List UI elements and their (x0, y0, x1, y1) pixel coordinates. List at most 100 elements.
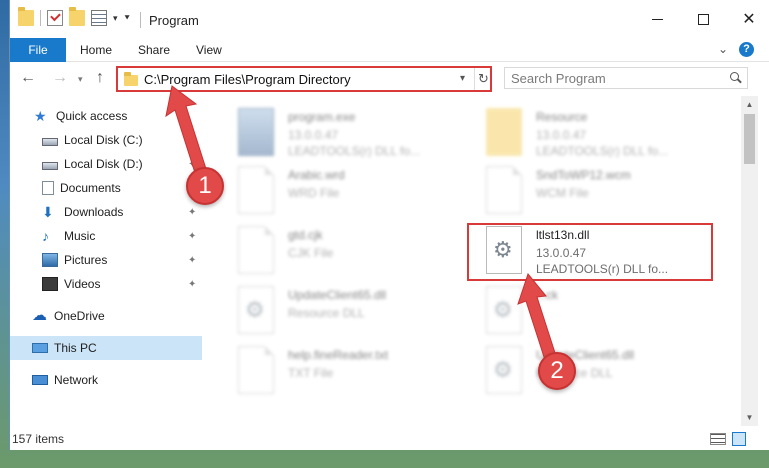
cloud-icon: ☁ (32, 307, 47, 324)
dll-gear-icon (486, 286, 522, 334)
refresh-button[interactable]: ↻ (474, 68, 492, 90)
navigation-pane: ★ Quick access Local Disk (C:) ✦ Local D… (10, 96, 202, 426)
file-detail: 13.0.0.47 (536, 128, 587, 142)
file-item[interactable]: Arabic.wrd WRD File (232, 164, 472, 222)
pin-icon: ✦ (188, 206, 197, 218)
file-detail: LEADTOOLS(r) DLL fo... (288, 144, 421, 158)
folder-icon (486, 108, 522, 156)
file-item[interactable]: gtd.cjk CJK File (232, 224, 472, 282)
step-badge-2: 2 (538, 352, 576, 390)
ribbon-tabs: File Home Share View ⌄ ? (10, 38, 769, 62)
chevron-down-icon[interactable]: ▾ (113, 13, 118, 24)
sidebar-item-onedrive[interactable]: ☁ OneDrive (10, 304, 202, 328)
file-detail: CJK File (288, 246, 334, 260)
details-view-icon[interactable] (710, 433, 726, 445)
search-placeholder: Search Program (511, 71, 606, 86)
status-bar: 157 items (10, 426, 769, 450)
sidebar-item-documents[interactable]: Documents ✦ (10, 176, 202, 200)
network-icon (32, 375, 48, 385)
file-name: Arabic.wrd (288, 168, 345, 182)
address-path[interactable]: C:\Program Files\Program Directory (144, 72, 351, 87)
file-item[interactable]: UpdateClient65.dll Resource DLL (232, 284, 472, 342)
vertical-scrollbar[interactable]: ▲ ▼ (741, 96, 758, 426)
recent-locations-chevron-icon[interactable]: ▾ (78, 74, 83, 85)
drive-icon (42, 161, 58, 170)
view-properties-icon[interactable] (91, 10, 107, 26)
maximize-button[interactable] (680, 0, 726, 38)
tab-home[interactable]: Home (80, 38, 112, 62)
address-history-chevron-icon[interactable]: ▾ (460, 73, 465, 84)
customize-toolbar-icon[interactable]: ⯆ (124, 13, 131, 24)
sidebar-item-local-disk-c[interactable]: Local Disk (C:) ✦ (10, 128, 202, 152)
sidebar-item-label: This PC (54, 341, 97, 355)
sidebar-item-label: OneDrive (54, 309, 105, 323)
quick-access-toolbar: ▾ ⯆ (18, 7, 131, 26)
sidebar-item-label: Documents (60, 181, 121, 195)
exe-file-icon (238, 108, 274, 156)
file-name: ...ck (536, 288, 559, 302)
sidebar-item-label: Music (64, 229, 96, 243)
back-button[interactable]: ← (20, 69, 36, 87)
sidebar-item-downloads[interactable]: ⬇ Downloads ✦ (10, 200, 202, 224)
tab-view[interactable]: View (196, 38, 222, 62)
videos-icon (42, 277, 58, 291)
pin-icon: ✦ (188, 278, 197, 290)
file-item[interactable]: program.exe 13.0.0.47 LEADTOOLS(r) DLL f… (232, 106, 472, 164)
file-item[interactable]: help.fineReader.txt TXT File (232, 344, 472, 402)
close-button[interactable]: ✕ (726, 0, 769, 38)
sidebar-item-network[interactable]: Network (10, 368, 202, 392)
sidebar-item-label: Pictures (64, 253, 108, 267)
tab-share[interactable]: Share (138, 38, 170, 62)
minimize-icon (651, 18, 663, 20)
sidebar-item-quick-access[interactable]: ★ Quick access (10, 104, 202, 128)
file-name: help.fineReader.txt (288, 348, 389, 362)
item-count: 157 items (12, 432, 65, 446)
file-item[interactable]: Resource 13.0.0.47 LEADTOOLS(r) DLL fo..… (480, 106, 720, 164)
navigation-bar: ← → ▾ ↑ C:\Program Files\Program Directo… (10, 62, 769, 96)
folder-icon (18, 7, 34, 26)
scroll-up-arrow-icon[interactable]: ▲ (741, 96, 758, 113)
sidebar-item-this-pc[interactable]: This PC (10, 336, 202, 360)
file-name: gtd.cjk (288, 228, 323, 242)
sidebar-item-label: Videos (64, 277, 101, 291)
file-item[interactable]: SndToWP12.wcm WCM File (480, 164, 720, 222)
large-icons-view-icon[interactable] (732, 432, 746, 446)
file-detail: 13.0.0.47 (288, 128, 339, 142)
expand-ribbon-chevron-icon[interactable]: ⌄ (718, 42, 728, 56)
sidebar-item-music[interactable]: ♪ Music ✦ (10, 224, 202, 248)
sidebar-item-label: Network (54, 373, 99, 387)
sidebar-item-pictures[interactable]: Pictures ✦ (10, 248, 202, 272)
music-icon: ♪ (42, 228, 49, 244)
title-bar: ▾ ⯆ Program ✕ (10, 0, 769, 38)
tab-file[interactable]: File (10, 38, 66, 62)
help-icon[interactable]: ? (739, 42, 754, 57)
up-button[interactable]: ↑ (96, 69, 104, 87)
scroll-down-arrow-icon[interactable]: ▼ (741, 409, 758, 426)
pin-icon: ✦ (188, 230, 197, 242)
window-title: Program (149, 13, 199, 28)
document-icon (238, 166, 274, 214)
properties-check-icon[interactable] (47, 10, 63, 26)
pin-icon: ✦ (188, 254, 197, 266)
file-item[interactable]: ...ck (480, 284, 720, 342)
target-file-highlight (467, 223, 713, 281)
close-icon: ✕ (742, 11, 756, 28)
download-icon: ⬇ (42, 204, 54, 220)
sidebar-item-videos[interactable]: Videos ✦ (10, 272, 202, 296)
scrollbar-thumb[interactable] (744, 114, 755, 164)
minimize-button[interactable] (634, 0, 680, 38)
new-folder-icon[interactable] (69, 7, 85, 26)
file-detail: Resource DLL (288, 306, 365, 320)
file-detail: LEADTOOLS(r) DLL fo... (536, 144, 669, 158)
folder-icon (124, 72, 138, 86)
address-bar[interactable]: C:\Program Files\Program Directory ▾ ↻ (116, 66, 492, 92)
file-item[interactable]: UpdateClient65.dll Resource DLL (480, 344, 720, 402)
sidebar-item-local-disk-d[interactable]: Local Disk (D:) ✦ (10, 152, 202, 176)
forward-button[interactable]: → (52, 69, 68, 87)
search-input[interactable]: Search Program (504, 67, 748, 89)
documents-icon (42, 181, 54, 195)
file-name: SndToWP12.wcm (536, 168, 631, 182)
drive-icon (42, 137, 58, 146)
computer-icon (32, 343, 48, 353)
sidebar-item-label: Local Disk (D:) (64, 157, 143, 171)
